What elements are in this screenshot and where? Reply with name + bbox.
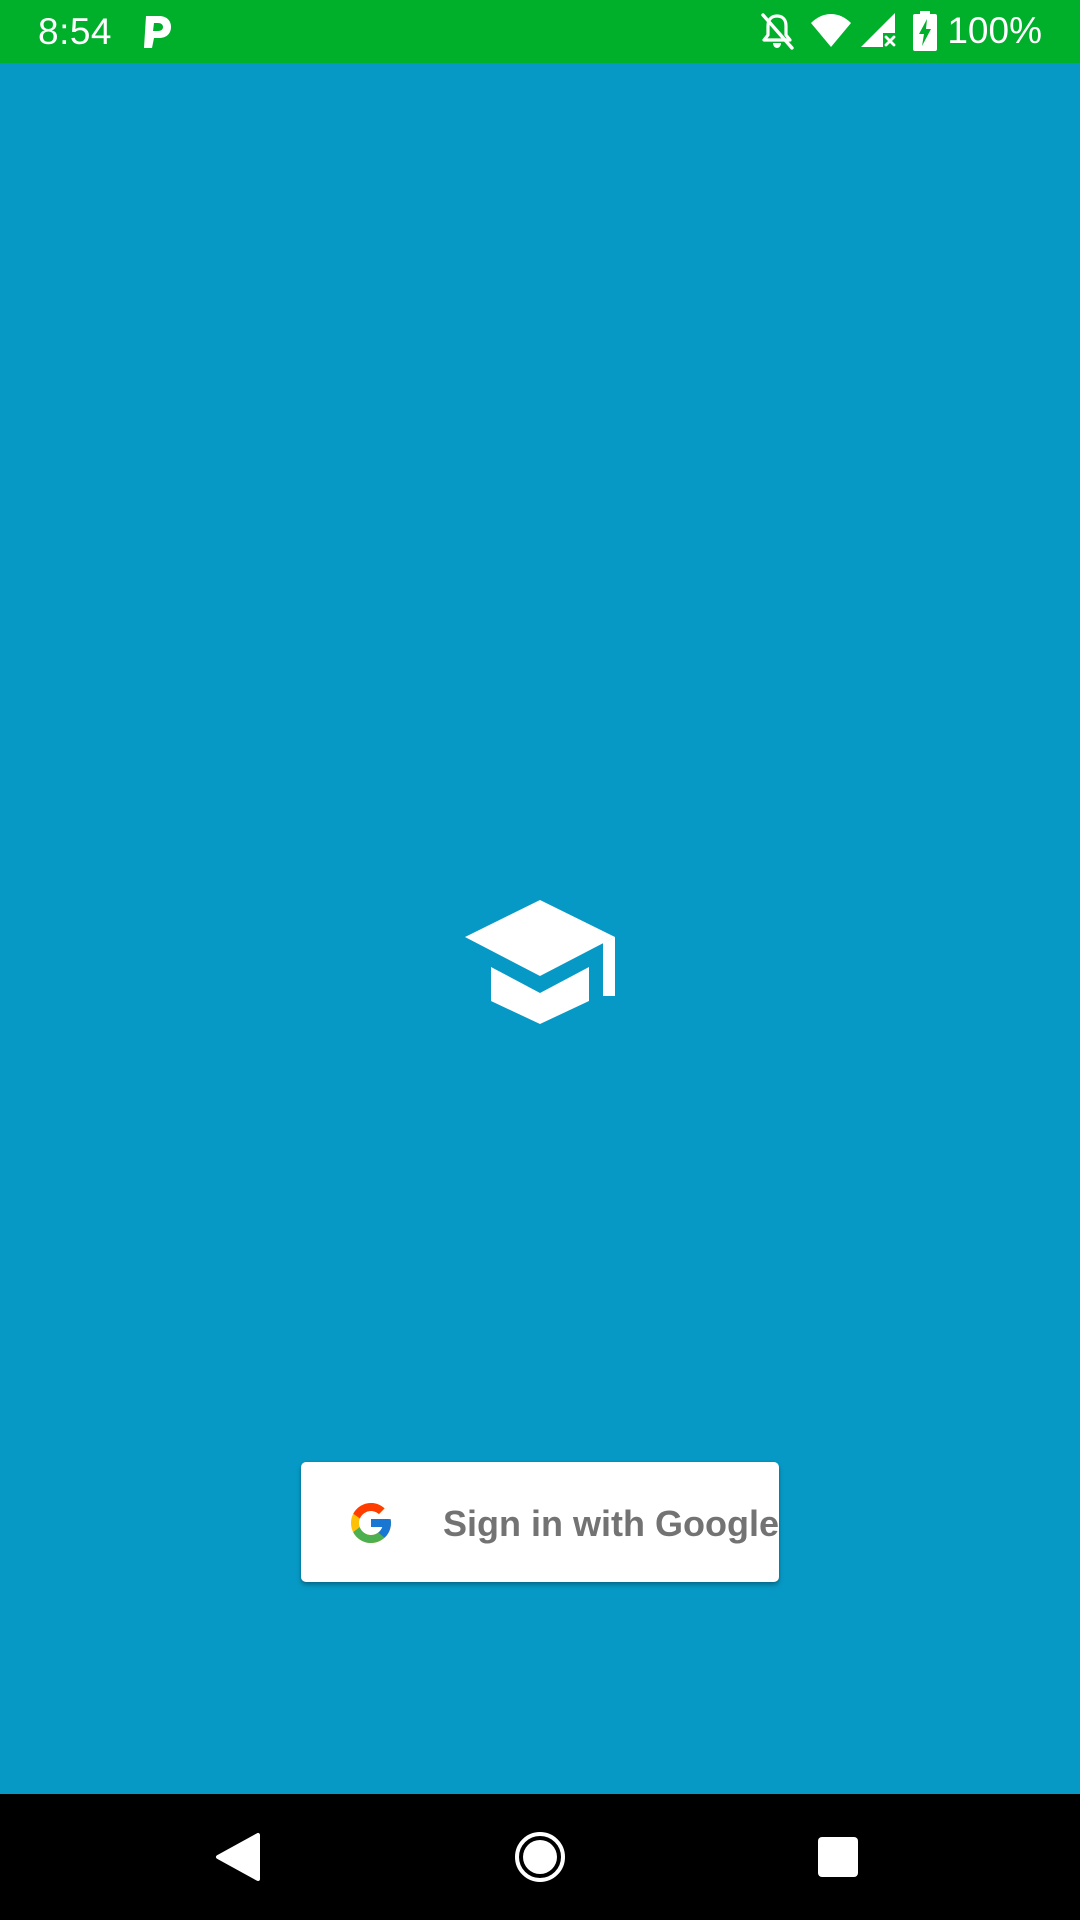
status-time: 8:54 <box>38 11 113 52</box>
sign-in-label: Sign in with Google <box>443 1503 779 1544</box>
status-icons: 100% <box>745 8 1042 54</box>
parking-app-icon <box>144 16 171 48</box>
google-sign-in-button[interactable]: Sign in with Google <box>301 1462 779 1582</box>
status-bar: 8:54 100% <box>0 0 1080 63</box>
back-icon[interactable] <box>208 1827 268 1887</box>
wifi-icon <box>811 14 852 47</box>
recents-icon[interactable] <box>808 1827 868 1887</box>
home-icon[interactable] <box>510 1827 570 1887</box>
notifications-off-icon <box>761 13 795 50</box>
battery-charging-icon <box>913 11 938 51</box>
battery-percent: 100% <box>947 10 1042 51</box>
cell-signal-no-data-icon <box>861 13 896 47</box>
main-content: Sign in with Google <box>0 63 1080 1794</box>
graduation-cap-icon <box>465 900 615 1024</box>
google-g-icon <box>351 1503 391 1543</box>
navigation-bar <box>0 1794 1080 1920</box>
